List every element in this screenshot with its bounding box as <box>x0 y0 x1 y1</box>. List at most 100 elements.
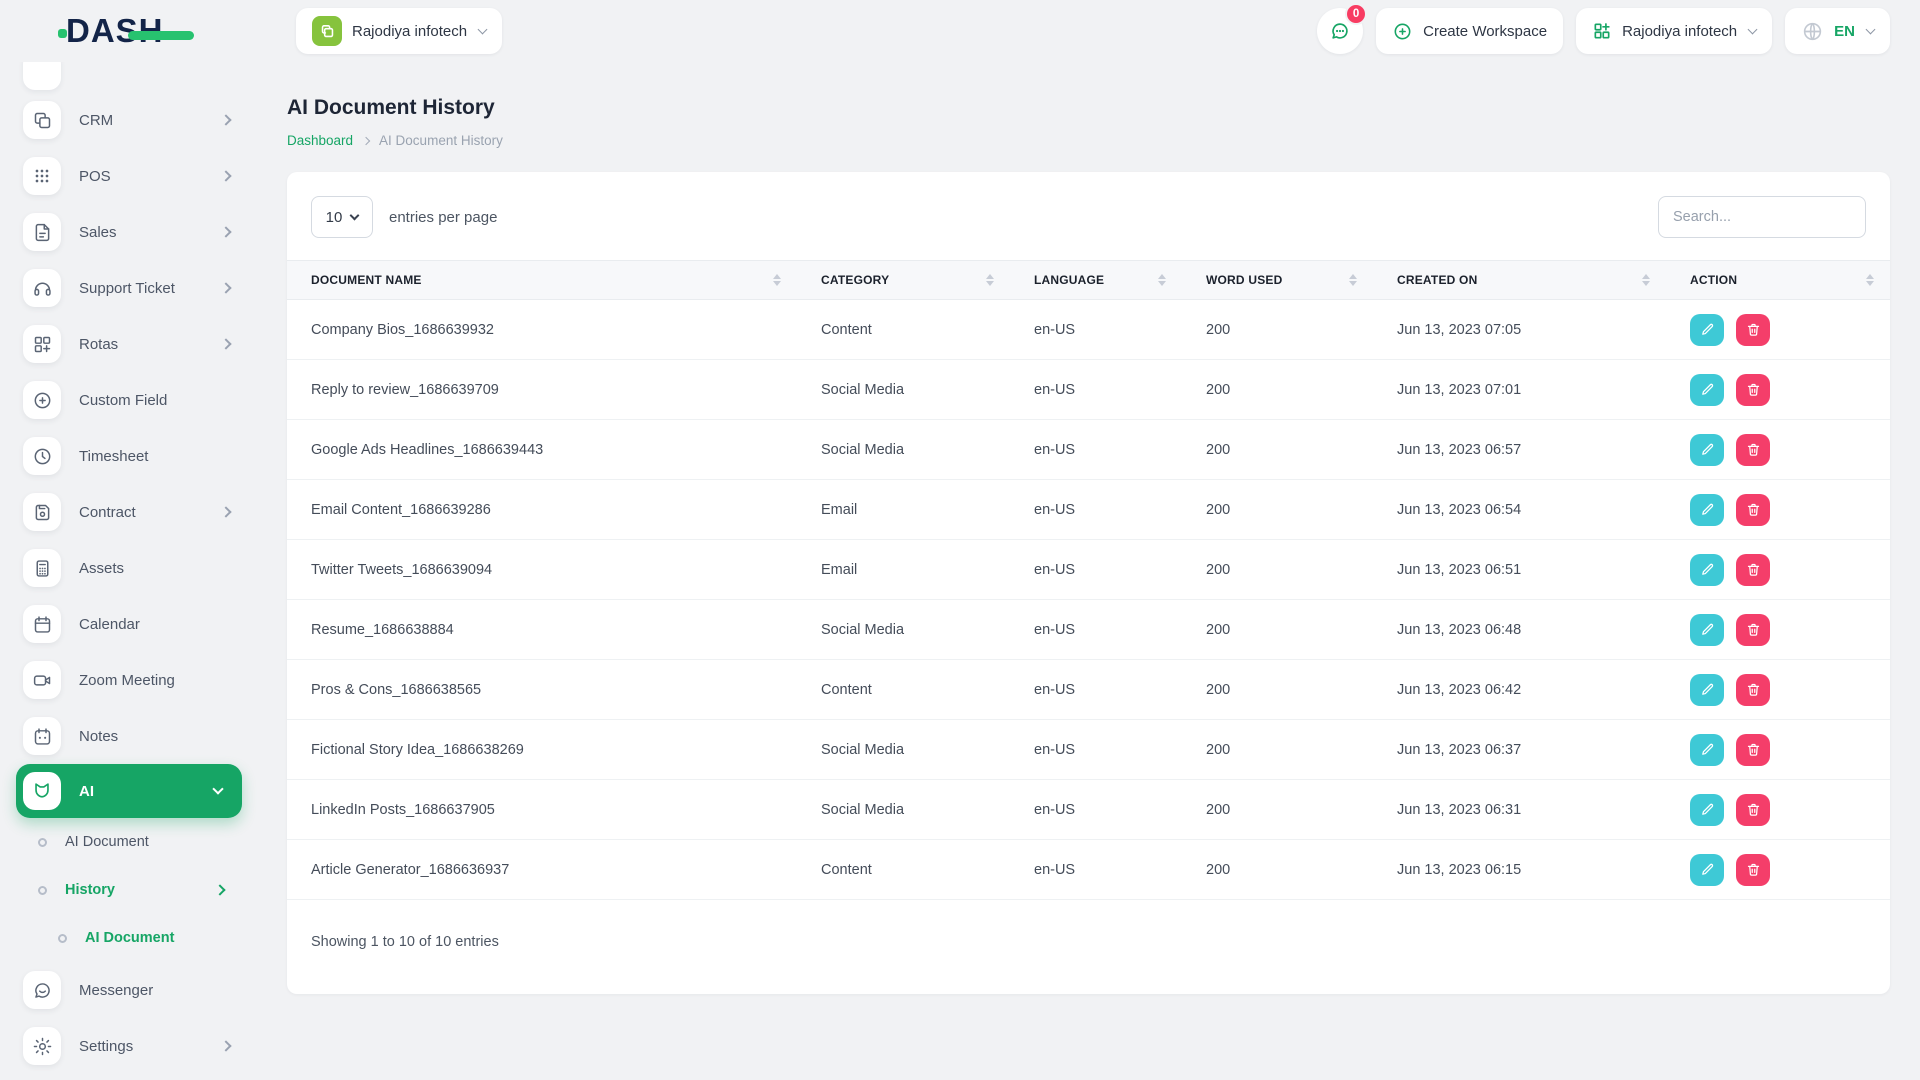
cell-document-name: Google Ads Headlines_1686639443 <box>287 419 797 480</box>
delete-button[interactable] <box>1736 733 1771 766</box>
column-header-word-used[interactable]: WORD USED <box>1182 260 1373 300</box>
plus-circle-icon <box>23 381 61 419</box>
page-size-select[interactable]: 10 <box>311 196 373 238</box>
headset-icon <box>23 269 61 307</box>
workspace-avatar <box>312 16 342 46</box>
sidebar-item-settings[interactable]: Settings <box>0 1018 256 1074</box>
sidebar-item-rotas[interactable]: Rotas <box>0 316 256 372</box>
sidebar-item-support-ticket[interactable]: Support Ticket <box>0 260 256 316</box>
edit-button[interactable] <box>1690 613 1724 646</box>
account-menu[interactable]: Rajodiya infotech <box>1576 8 1773 54</box>
sidebar-subitem-ai-document[interactable]: AI Document <box>0 818 256 866</box>
chevron-right-icon <box>220 226 232 238</box>
edit-button[interactable] <box>1690 433 1724 466</box>
delete-button[interactable] <box>1736 793 1771 826</box>
table-row: Twitter Tweets_1686639094 Email en-US 20… <box>287 539 1890 600</box>
edit-button[interactable] <box>1690 553 1724 586</box>
edit-button[interactable] <box>1690 493 1724 526</box>
workspace-switcher[interactable]: Rajodiya infotech <box>296 8 503 54</box>
breadcrumb-dashboard-link[interactable]: Dashboard <box>287 133 353 148</box>
bullet-ring-icon <box>38 885 47 895</box>
cell-language: en-US <box>1010 839 1182 900</box>
edit-button[interactable] <box>1690 373 1724 406</box>
trash-icon <box>1747 443 1759 456</box>
messages-button[interactable]: 0 <box>1317 3 1368 54</box>
chevron-down-icon <box>1747 24 1758 35</box>
bullet-ring-icon <box>58 933 67 943</box>
column-header-category[interactable]: CATEGORY <box>797 260 1010 300</box>
page-title: AI Document History <box>287 96 495 119</box>
edit-button[interactable] <box>1690 673 1724 706</box>
sidebar-subitem-history-ai-document[interactable]: AI Document <box>0 914 256 962</box>
sidebar-item-contract[interactable]: Contract <box>0 484 256 540</box>
pencil-icon <box>1701 803 1713 815</box>
main-content: AI Document History Dashboard AI Documen… <box>256 62 1920 1080</box>
chevron-right-icon <box>220 114 232 126</box>
table-controls: 10 entries per page <box>287 172 1890 260</box>
delete-button[interactable] <box>1736 853 1771 886</box>
delete-button[interactable] <box>1736 613 1771 646</box>
sidebar-subitem-history[interactable]: History <box>0 866 256 914</box>
account-menu-label: Rajodiya infotech <box>1622 22 1738 40</box>
column-header-action[interactable]: ACTION <box>1666 260 1890 300</box>
workspace-switcher-label: Rajodiya infotech <box>352 22 468 40</box>
cell-word-used: 200 <box>1182 479 1373 540</box>
pencil-icon <box>1701 323 1713 335</box>
sidebar-item-timesheet[interactable]: Timesheet <box>0 428 256 484</box>
cell-created-on: Jun 13, 2023 06:54 <box>1373 479 1666 540</box>
cell-language: en-US <box>1010 299 1182 360</box>
edit-button[interactable] <box>1690 853 1724 886</box>
column-header-document-name[interactable]: DOCUMENT NAME <box>287 260 797 300</box>
copy-icon <box>23 101 61 139</box>
edit-button[interactable] <box>1690 313 1724 346</box>
search-input[interactable] <box>1658 196 1866 238</box>
delete-button[interactable] <box>1736 493 1771 526</box>
gear-icon <box>23 1027 61 1065</box>
cell-language: en-US <box>1010 659 1182 720</box>
trash-icon <box>1747 683 1759 696</box>
cell-language: en-US <box>1010 479 1182 540</box>
sidebar-item-zoom-meeting[interactable]: Zoom Meeting <box>0 652 256 708</box>
sidebar-item-messenger[interactable]: Messenger <box>0 962 256 1018</box>
calendar-icon <box>23 605 61 643</box>
sidebar-item-ai[interactable]: AI <box>16 764 242 818</box>
cell-created-on: Jun 13, 2023 06:37 <box>1373 719 1666 780</box>
sidebar-item-sales[interactable]: Sales <box>0 204 256 260</box>
delete-button[interactable] <box>1736 373 1771 406</box>
delete-button[interactable] <box>1736 313 1771 346</box>
cell-action <box>1666 299 1890 360</box>
sidebar-item-pos[interactable]: POS <box>0 148 256 204</box>
cell-document-name: Email Content_1686639286 <box>287 479 797 540</box>
create-workspace-button[interactable]: Create Workspace <box>1376 8 1564 54</box>
column-header-language[interactable]: LANGUAGE <box>1010 260 1182 300</box>
breadcrumb: Dashboard AI Document History <box>287 133 1890 148</box>
sidebar-item-notes[interactable]: Notes <box>0 708 256 764</box>
entries-per-page-label: entries per page <box>389 208 498 226</box>
column-header-created-on[interactable]: CREATED ON <box>1373 260 1666 300</box>
video-camera-icon <box>23 661 61 699</box>
cell-language: en-US <box>1010 779 1182 840</box>
floppy-icon <box>23 493 61 531</box>
table-row: Pros & Cons_1686638565 Content en-US 200… <box>287 659 1890 720</box>
chevron-down-icon <box>1865 24 1876 35</box>
table-row: Reply to review_1686639709 Social Media … <box>287 359 1890 420</box>
chevron-right-icon <box>220 338 232 350</box>
app-logo[interactable]: DASH <box>0 0 256 62</box>
cell-category: Content <box>797 839 1010 900</box>
sidebar-item-calendar[interactable]: Calendar <box>0 596 256 652</box>
trash-icon <box>1747 563 1759 576</box>
chevron-right-icon <box>214 884 226 896</box>
sort-arrows-icon <box>1866 274 1874 286</box>
table-row: Company Bios_1686639932 Content en-US 20… <box>287 299 1890 360</box>
pencil-icon <box>1701 383 1713 395</box>
sidebar-item-assets[interactable]: Assets <box>0 540 256 596</box>
edit-button[interactable] <box>1690 733 1724 766</box>
delete-button[interactable] <box>1736 553 1771 586</box>
language-menu[interactable]: EN <box>1785 8 1890 54</box>
cell-created-on: Jun 13, 2023 06:51 <box>1373 539 1666 600</box>
sidebar-item-crm[interactable]: CRM <box>0 92 256 148</box>
sidebar-item-custom-field[interactable]: Custom Field <box>0 372 256 428</box>
edit-button[interactable] <box>1690 793 1724 826</box>
delete-button[interactable] <box>1736 433 1771 466</box>
delete-button[interactable] <box>1736 673 1771 706</box>
